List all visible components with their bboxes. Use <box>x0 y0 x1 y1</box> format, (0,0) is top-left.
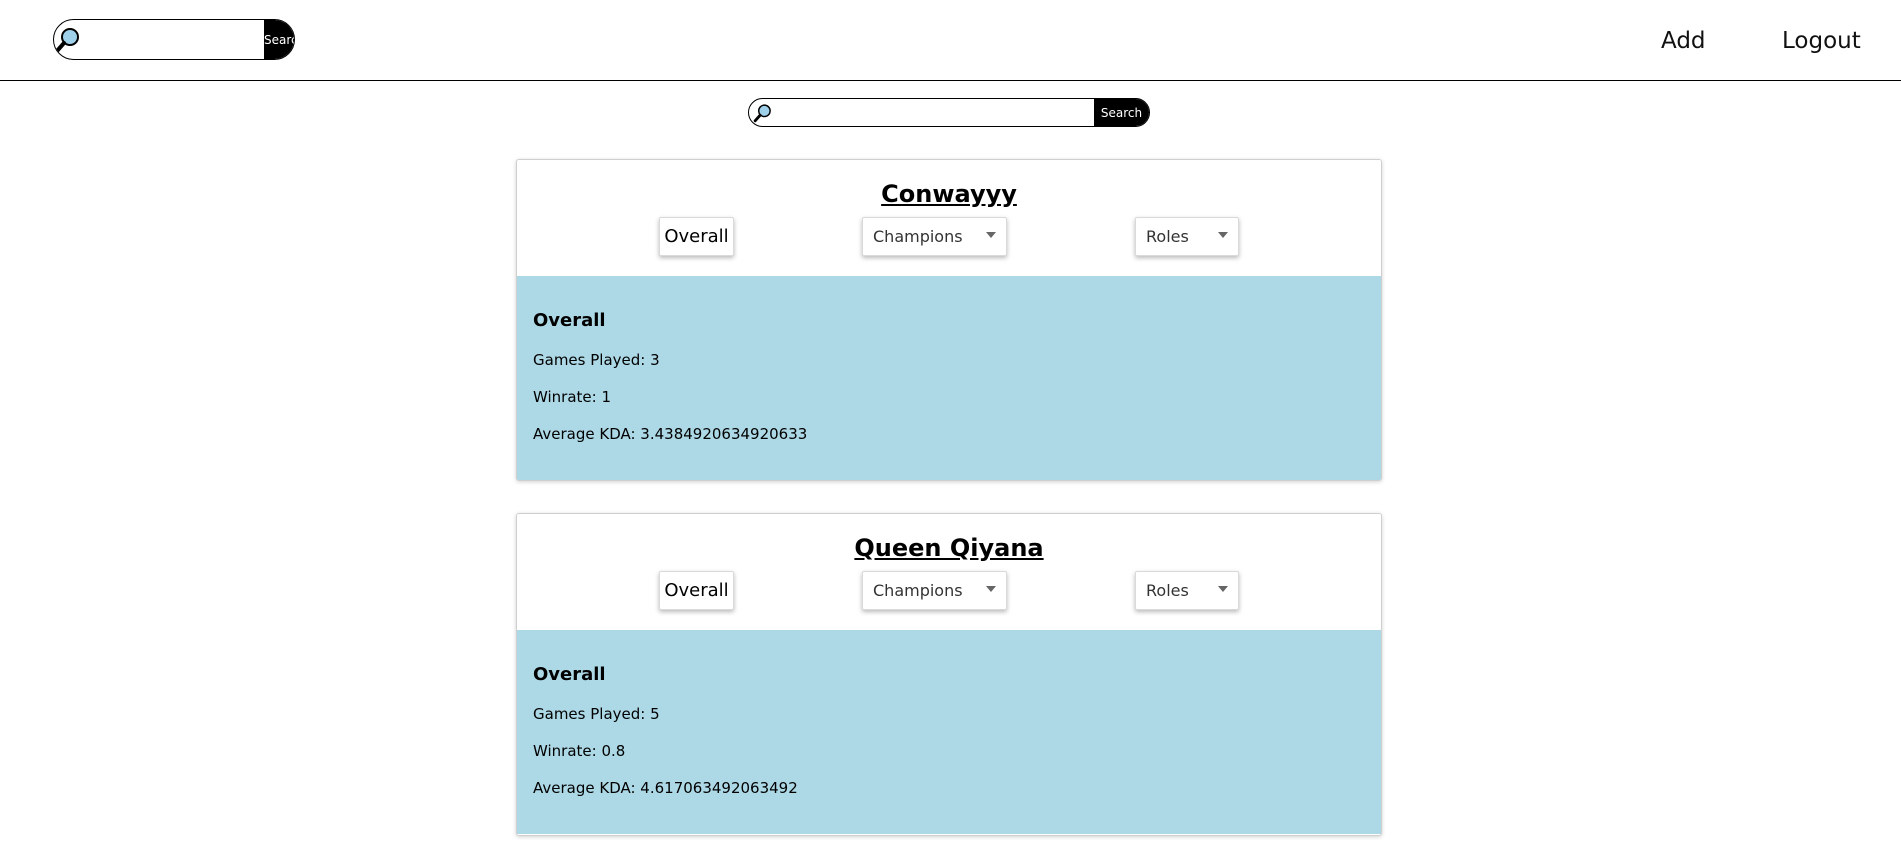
roles-dropdown-label: Roles <box>1146 227 1189 246</box>
nav-search-input[interactable] <box>82 20 264 59</box>
winrate-stat: Winrate: 1 <box>533 388 612 406</box>
stats-heading: Overall <box>533 664 606 685</box>
winrate-stat: Winrate: 0.8 <box>533 742 626 760</box>
player-card: Conwayyy Overall Champions Roles Overall… <box>516 159 1382 481</box>
games-played-stat: Games Played: 5 <box>533 705 660 723</box>
stats-heading: Overall <box>533 310 606 331</box>
champions-dropdown[interactable]: Champions <box>862 217 1007 256</box>
navbar: Search Add Logout <box>0 0 1901 81</box>
player-card-header: Queen Qiyana Overall Champions Roles <box>517 514 1381 630</box>
logout-link[interactable]: Logout <box>1782 26 1861 56</box>
player-card: Queen Qiyana Overall Champions Roles Ove… <box>516 513 1382 836</box>
chevron-down-icon <box>986 586 996 592</box>
games-played-stat: Games Played: 3 <box>533 351 660 369</box>
roles-dropdown[interactable]: Roles <box>1135 217 1239 256</box>
magnifier-icon <box>54 20 82 59</box>
nav-search-button[interactable]: Search <box>264 20 294 59</box>
chevron-down-icon <box>1218 232 1228 238</box>
player-card-header: Conwayyy Overall Champions Roles <box>517 160 1381 276</box>
chevron-down-icon <box>986 232 996 238</box>
stats-panel: Overall Games Played: 5 Winrate: 0.8 Ave… <box>517 630 1381 834</box>
player-search-button[interactable]: Search <box>1094 99 1149 126</box>
roles-dropdown[interactable]: Roles <box>1135 571 1239 610</box>
magnifier-icon <box>749 99 777 126</box>
champions-dropdown[interactable]: Champions <box>862 571 1007 610</box>
roles-dropdown-label: Roles <box>1146 581 1189 600</box>
champions-dropdown-label: Champions <box>873 227 963 246</box>
champions-dropdown-label: Champions <box>873 581 963 600</box>
stats-panel: Overall Games Played: 3 Winrate: 1 Avera… <box>517 276 1381 480</box>
player-name-link[interactable]: Queen Qiyana <box>517 534 1381 562</box>
overall-button[interactable]: Overall <box>659 571 734 610</box>
nav-search-bar: Search <box>53 19 295 60</box>
player-search-bar: Search <box>748 98 1150 127</box>
average-kda-stat: Average KDA: 3.4384920634920633 <box>533 425 808 443</box>
overall-button[interactable]: Overall <box>659 217 734 256</box>
chevron-down-icon <box>1218 586 1228 592</box>
average-kda-stat: Average KDA: 4.617063492063492 <box>533 779 798 797</box>
player-search-input[interactable] <box>777 99 1094 126</box>
player-name-link[interactable]: Conwayyy <box>517 180 1381 208</box>
add-link[interactable]: Add <box>1661 26 1706 56</box>
